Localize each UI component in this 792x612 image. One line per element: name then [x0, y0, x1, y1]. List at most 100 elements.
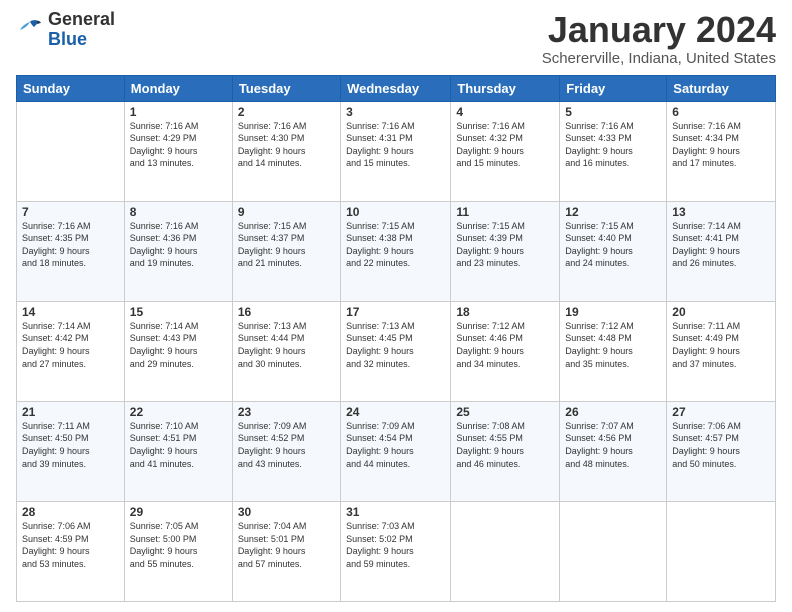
calendar-week-row: 14Sunrise: 7:14 AM Sunset: 4:42 PM Dayli…: [17, 301, 776, 401]
day-number: 22: [130, 405, 227, 419]
day-number: 23: [238, 405, 335, 419]
day-number: 21: [22, 405, 119, 419]
weekday-header-thursday: Thursday: [451, 75, 560, 101]
calendar-cell: 31Sunrise: 7:03 AM Sunset: 5:02 PM Dayli…: [341, 501, 451, 601]
day-number: 19: [565, 305, 661, 319]
calendar-cell: 17Sunrise: 7:13 AM Sunset: 4:45 PM Dayli…: [341, 301, 451, 401]
weekday-header-saturday: Saturday: [667, 75, 776, 101]
calendar-cell: [17, 101, 125, 201]
day-number: 28: [22, 505, 119, 519]
day-info: Sunrise: 7:07 AM Sunset: 4:56 PM Dayligh…: [565, 420, 661, 470]
calendar-cell: 21Sunrise: 7:11 AM Sunset: 4:50 PM Dayli…: [17, 401, 125, 501]
calendar-cell: 25Sunrise: 7:08 AM Sunset: 4:55 PM Dayli…: [451, 401, 560, 501]
day-number: 24: [346, 405, 445, 419]
day-number: 4: [456, 105, 554, 119]
calendar-cell: 9Sunrise: 7:15 AM Sunset: 4:37 PM Daylig…: [232, 201, 340, 301]
calendar-cell: 23Sunrise: 7:09 AM Sunset: 4:52 PM Dayli…: [232, 401, 340, 501]
day-number: 31: [346, 505, 445, 519]
calendar-cell: 20Sunrise: 7:11 AM Sunset: 4:49 PM Dayli…: [667, 301, 776, 401]
day-number: 9: [238, 205, 335, 219]
day-info: Sunrise: 7:16 AM Sunset: 4:33 PM Dayligh…: [565, 120, 661, 170]
day-number: 1: [130, 105, 227, 119]
calendar-cell: 11Sunrise: 7:15 AM Sunset: 4:39 PM Dayli…: [451, 201, 560, 301]
header: General Blue January 2024 Schererville, …: [16, 10, 776, 67]
calendar-cell: 30Sunrise: 7:04 AM Sunset: 5:01 PM Dayli…: [232, 501, 340, 601]
day-info: Sunrise: 7:08 AM Sunset: 4:55 PM Dayligh…: [456, 420, 554, 470]
calendar-week-row: 1Sunrise: 7:16 AM Sunset: 4:29 PM Daylig…: [17, 101, 776, 201]
day-info: Sunrise: 7:16 AM Sunset: 4:35 PM Dayligh…: [22, 220, 119, 270]
day-info: Sunrise: 7:15 AM Sunset: 4:37 PM Dayligh…: [238, 220, 335, 270]
calendar-cell: 28Sunrise: 7:06 AM Sunset: 4:59 PM Dayli…: [17, 501, 125, 601]
day-info: Sunrise: 7:13 AM Sunset: 4:45 PM Dayligh…: [346, 320, 445, 370]
calendar-cell: 3Sunrise: 7:16 AM Sunset: 4:31 PM Daylig…: [341, 101, 451, 201]
calendar-cell: [667, 501, 776, 601]
day-number: 25: [456, 405, 554, 419]
calendar-cell: 4Sunrise: 7:16 AM Sunset: 4:32 PM Daylig…: [451, 101, 560, 201]
calendar-cell: 12Sunrise: 7:15 AM Sunset: 4:40 PM Dayli…: [560, 201, 667, 301]
day-number: 13: [672, 205, 770, 219]
calendar-cell: 29Sunrise: 7:05 AM Sunset: 5:00 PM Dayli…: [124, 501, 232, 601]
day-number: 26: [565, 405, 661, 419]
calendar-week-row: 28Sunrise: 7:06 AM Sunset: 4:59 PM Dayli…: [17, 501, 776, 601]
day-info: Sunrise: 7:03 AM Sunset: 5:02 PM Dayligh…: [346, 520, 445, 570]
day-info: Sunrise: 7:09 AM Sunset: 4:52 PM Dayligh…: [238, 420, 335, 470]
day-info: Sunrise: 7:16 AM Sunset: 4:34 PM Dayligh…: [672, 120, 770, 170]
day-info: Sunrise: 7:05 AM Sunset: 5:00 PM Dayligh…: [130, 520, 227, 570]
day-info: Sunrise: 7:12 AM Sunset: 4:48 PM Dayligh…: [565, 320, 661, 370]
day-number: 7: [22, 205, 119, 219]
weekday-header-tuesday: Tuesday: [232, 75, 340, 101]
day-number: 15: [130, 305, 227, 319]
day-info: Sunrise: 7:10 AM Sunset: 4:51 PM Dayligh…: [130, 420, 227, 470]
day-info: Sunrise: 7:14 AM Sunset: 4:41 PM Dayligh…: [672, 220, 770, 270]
day-info: Sunrise: 7:16 AM Sunset: 4:31 PM Dayligh…: [346, 120, 445, 170]
day-info: Sunrise: 7:16 AM Sunset: 4:32 PM Dayligh…: [456, 120, 554, 170]
day-info: Sunrise: 7:14 AM Sunset: 4:42 PM Dayligh…: [22, 320, 119, 370]
day-number: 14: [22, 305, 119, 319]
day-number: 12: [565, 205, 661, 219]
calendar-cell: [451, 501, 560, 601]
day-info: Sunrise: 7:15 AM Sunset: 4:38 PM Dayligh…: [346, 220, 445, 270]
calendar-cell: 6Sunrise: 7:16 AM Sunset: 4:34 PM Daylig…: [667, 101, 776, 201]
day-number: 29: [130, 505, 227, 519]
day-info: Sunrise: 7:15 AM Sunset: 4:39 PM Dayligh…: [456, 220, 554, 270]
logo-text: General Blue: [48, 10, 115, 50]
day-number: 11: [456, 205, 554, 219]
day-info: Sunrise: 7:11 AM Sunset: 4:49 PM Dayligh…: [672, 320, 770, 370]
calendar-cell: 1Sunrise: 7:16 AM Sunset: 4:29 PM Daylig…: [124, 101, 232, 201]
day-number: 8: [130, 205, 227, 219]
day-info: Sunrise: 7:16 AM Sunset: 4:30 PM Dayligh…: [238, 120, 335, 170]
day-number: 16: [238, 305, 335, 319]
calendar-cell: 14Sunrise: 7:14 AM Sunset: 4:42 PM Dayli…: [17, 301, 125, 401]
weekday-header-sunday: Sunday: [17, 75, 125, 101]
day-info: Sunrise: 7:16 AM Sunset: 4:36 PM Dayligh…: [130, 220, 227, 270]
day-number: 17: [346, 305, 445, 319]
calendar-page: General Blue January 2024 Schererville, …: [0, 0, 792, 612]
day-info: Sunrise: 7:11 AM Sunset: 4:50 PM Dayligh…: [22, 420, 119, 470]
calendar-week-row: 21Sunrise: 7:11 AM Sunset: 4:50 PM Dayli…: [17, 401, 776, 501]
calendar-cell: 8Sunrise: 7:16 AM Sunset: 4:36 PM Daylig…: [124, 201, 232, 301]
calendar-cell: 24Sunrise: 7:09 AM Sunset: 4:54 PM Dayli…: [341, 401, 451, 501]
weekday-header-row: SundayMondayTuesdayWednesdayThursdayFrid…: [17, 75, 776, 101]
day-info: Sunrise: 7:12 AM Sunset: 4:46 PM Dayligh…: [456, 320, 554, 370]
weekday-header-wednesday: Wednesday: [341, 75, 451, 101]
day-info: Sunrise: 7:06 AM Sunset: 4:57 PM Dayligh…: [672, 420, 770, 470]
day-info: Sunrise: 7:15 AM Sunset: 4:40 PM Dayligh…: [565, 220, 661, 270]
day-info: Sunrise: 7:16 AM Sunset: 4:29 PM Dayligh…: [130, 120, 227, 170]
calendar-cell: 18Sunrise: 7:12 AM Sunset: 4:46 PM Dayli…: [451, 301, 560, 401]
calendar-cell: 22Sunrise: 7:10 AM Sunset: 4:51 PM Dayli…: [124, 401, 232, 501]
day-number: 18: [456, 305, 554, 319]
weekday-header-monday: Monday: [124, 75, 232, 101]
day-info: Sunrise: 7:13 AM Sunset: 4:44 PM Dayligh…: [238, 320, 335, 370]
calendar-cell: 27Sunrise: 7:06 AM Sunset: 4:57 PM Dayli…: [667, 401, 776, 501]
day-number: 2: [238, 105, 335, 119]
logo: General Blue: [16, 10, 115, 50]
day-number: 20: [672, 305, 770, 319]
calendar-cell: [560, 501, 667, 601]
calendar-cell: 10Sunrise: 7:15 AM Sunset: 4:38 PM Dayli…: [341, 201, 451, 301]
day-info: Sunrise: 7:06 AM Sunset: 4:59 PM Dayligh…: [22, 520, 119, 570]
month-title: January 2024: [542, 10, 776, 50]
calendar-cell: 15Sunrise: 7:14 AM Sunset: 4:43 PM Dayli…: [124, 301, 232, 401]
day-number: 30: [238, 505, 335, 519]
day-number: 27: [672, 405, 770, 419]
weekday-header-friday: Friday: [560, 75, 667, 101]
